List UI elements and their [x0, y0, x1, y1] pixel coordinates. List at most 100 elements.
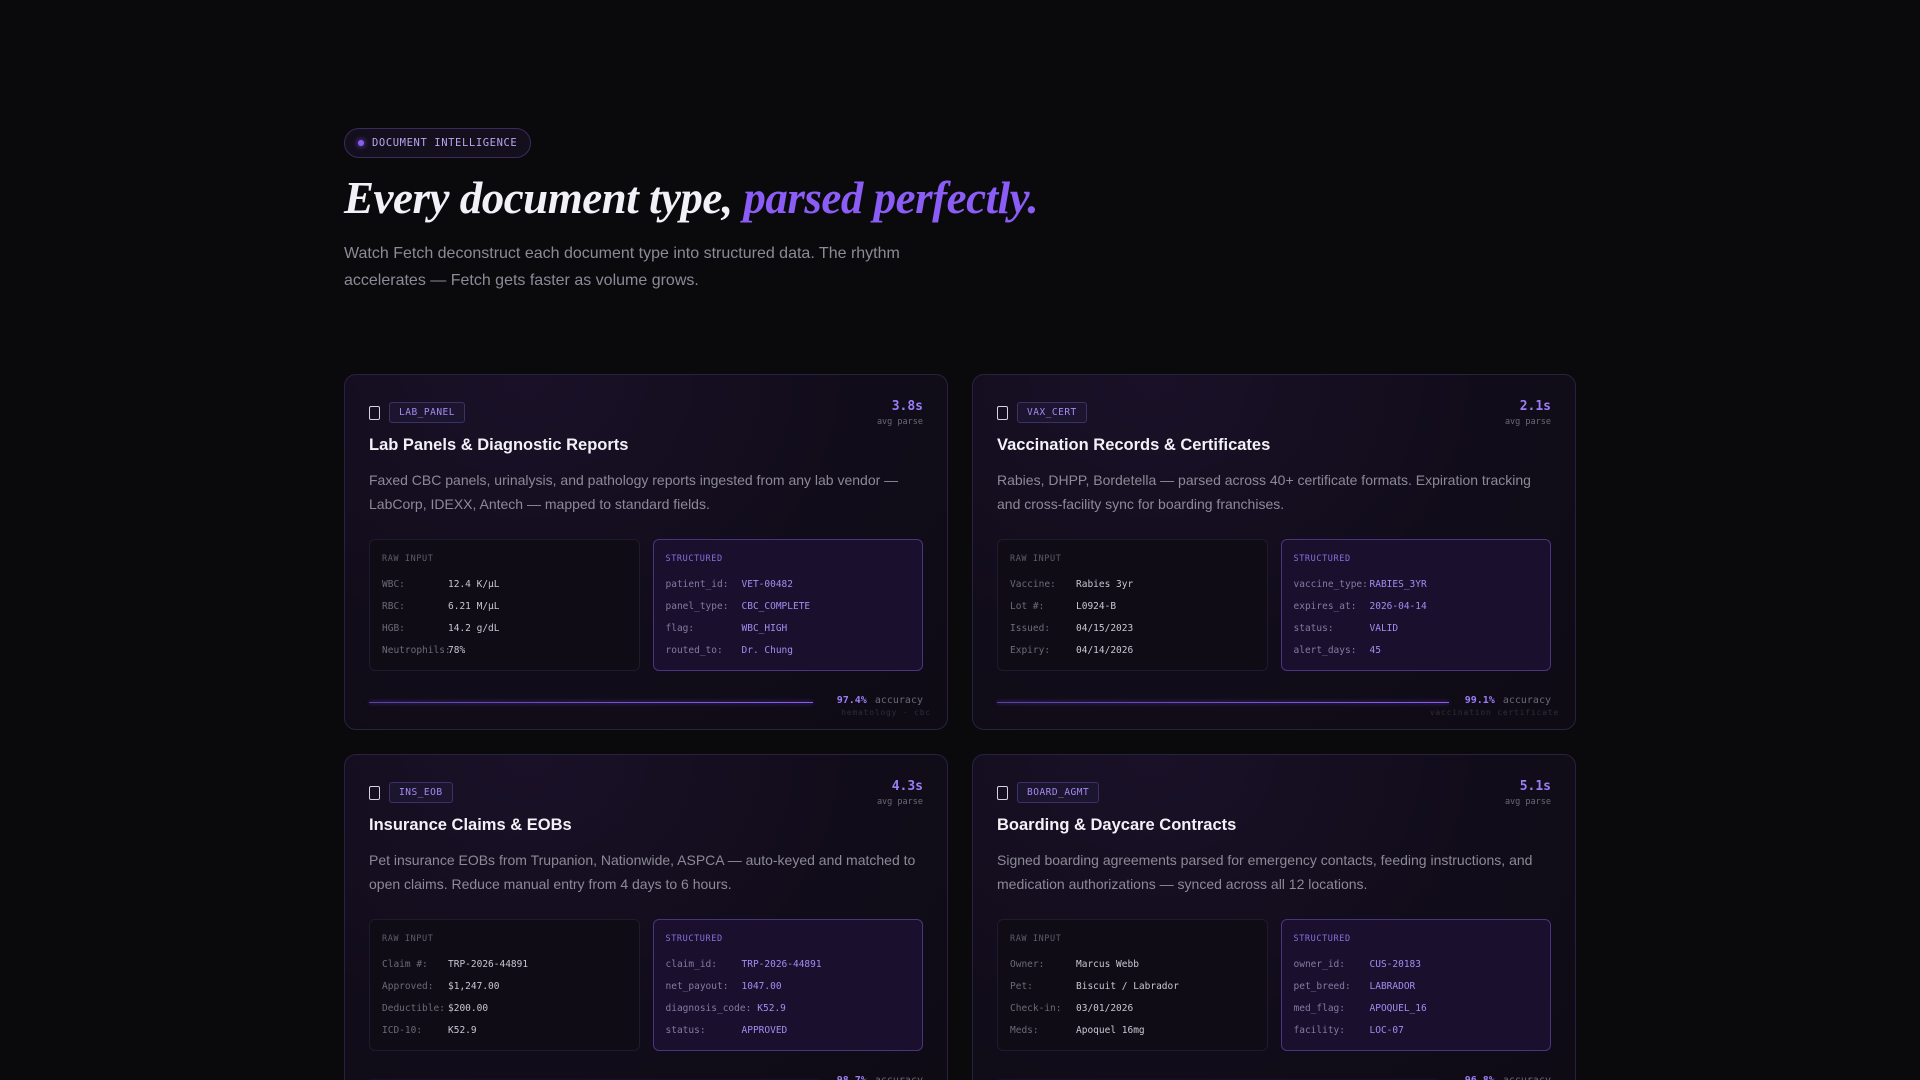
accuracy-footer: 99.1% accuracy vaccination certificate — [997, 691, 1558, 717]
accuracy-value: 99.1% — [1464, 695, 1495, 706]
doc-type-tag: VAX_CERT — [1017, 402, 1087, 423]
field-value: APPROVED — [741, 1024, 788, 1036]
document-card[interactable]: BOARD_AGMT 5.1s avg parse Boarding & Day… — [972, 754, 1576, 1080]
document-card[interactable]: INS_EOB 4.3s avg parse Insurance Claims … — [344, 754, 948, 1080]
page-subtitle: Watch Fetch deconstruct each document ty… — [344, 245, 900, 289]
raw-input-label: RAW INPUT — [382, 554, 434, 564]
field-key: pet_breed: — [1293, 980, 1351, 992]
field-key: flag: — [665, 622, 695, 634]
doc-type-tag: BOARD_AGMT — [1017, 782, 1100, 803]
parse-time-label: avg parse — [1504, 417, 1551, 427]
field-key: patient_id: — [665, 578, 729, 590]
badge-dot-icon — [358, 140, 364, 146]
field-value: VET-00482 — [741, 578, 793, 590]
page-title: Every document type, parsed perfectly. — [344, 172, 1039, 224]
field-key: Meds: — [1010, 1024, 1039, 1036]
field-key: diagnosis_code: — [665, 1002, 752, 1014]
field-key: Claim #: — [382, 958, 428, 970]
accuracy-bar — [997, 701, 1449, 703]
field-row: Lot #: L0924-B — [1010, 595, 1255, 617]
card-title: Boarding & Daycare Contracts — [997, 816, 1237, 834]
structured-label: STRUCTURED — [665, 554, 723, 564]
field-row: panel_type: CBC_COMPLETE — [666, 595, 911, 617]
document-icon — [369, 405, 380, 420]
field-value: 6.21 M/µL — [448, 600, 500, 612]
field-row: med_flag: APOQUEL_16 — [1294, 997, 1539, 1019]
raw-input-label: RAW INPUT — [382, 934, 434, 944]
field-key: Approved: — [382, 980, 434, 992]
field-value: $1,247.00 — [448, 980, 500, 992]
field-key: Issued: — [1010, 622, 1051, 634]
accuracy-value: 96.8% — [1465, 1075, 1495, 1080]
parse-time-metric: 3.8s avg parse — [877, 399, 923, 427]
field-key: expires_at: — [1293, 600, 1357, 612]
field-row: claim_id: TRP-2026-44891 — [666, 953, 911, 975]
field-key: Owner: — [1010, 958, 1045, 970]
headline-accent: parsed perfectly. — [743, 173, 1039, 223]
field-row: Pet: Biscuit / Labrador — [1010, 975, 1255, 997]
structured-label: STRUCTURED — [665, 934, 723, 944]
parse-time-value: 5.1s — [1519, 779, 1551, 794]
field-value: 45 — [1369, 644, 1381, 656]
field-row: routed_to: Dr. Chung — [666, 639, 911, 661]
field-row: Approved: $1,247.00 — [382, 975, 627, 997]
field-key: Vaccine: — [1010, 578, 1056, 590]
field-row: Meds: Apoquel 16mg — [1010, 1019, 1255, 1041]
field-row: status: APPROVED — [666, 1019, 911, 1041]
raw-input-label: RAW INPUT — [1010, 554, 1062, 564]
structured-panel: STRUCTURED claim_id: TRP-2026-44891 net_pa… — [652, 919, 923, 1051]
parse-time-metric: 4.3s avg parse — [877, 779, 923, 807]
field-key: alert_days: — [1293, 644, 1357, 656]
accuracy-value: 98.7% — [837, 1075, 867, 1080]
field-value: 1047.00 — [741, 980, 782, 992]
document-card[interactable]: LAB_PANEL 3.8s avg parse Lab Panels & Di… — [344, 374, 948, 730]
field-key: ICD-10: — [382, 1024, 423, 1036]
parse-time-label: avg parse — [1504, 797, 1551, 807]
accuracy-label: accuracy — [875, 1075, 923, 1080]
parse-time-value: 3.8s — [891, 399, 923, 414]
field-value: Marcus Webb — [1076, 958, 1139, 970]
field-key: panel_type: — [665, 600, 729, 612]
field-value: 14.2 g/dL — [448, 622, 500, 634]
document-icon — [997, 785, 1008, 800]
parse-time-metric: 5.1s avg parse — [1505, 779, 1551, 807]
field-value: 03/01/2026 — [1076, 1002, 1134, 1014]
raw-input-panel: RAW INPUT WBC: 12.4 K/µL RBC: 6.21 M/µL HGB:… — [369, 539, 640, 671]
structured-label: STRUCTURED — [1293, 554, 1351, 564]
field-row: facility: LOC-07 — [1294, 1019, 1539, 1041]
field-row: alert_days: 45 — [1294, 639, 1539, 661]
accuracy-value: 97.4% — [836, 695, 867, 706]
structured-panel: STRUCTURED patient_id: VET-00482 panel_typ… — [652, 539, 923, 671]
field-key: claim_id: — [665, 958, 717, 970]
document-card[interactable]: VAX_CERT 2.1s avg parse Vaccination Reco… — [972, 374, 1576, 730]
field-row: Expiry: 04/14/2026 — [1010, 639, 1255, 661]
parse-time-metric: 2.1s avg parse — [1505, 399, 1551, 427]
structured-label: STRUCTURED — [1293, 934, 1351, 944]
field-key: WBC: — [382, 578, 405, 590]
card-description: Signed boarding agreements parsed for em… — [997, 852, 1533, 892]
doc-type-tag: INS_EOB — [389, 782, 453, 803]
field-value: LABRADOR — [1369, 980, 1416, 992]
accuracy-footer: 96.8% accuracy — [997, 1071, 1551, 1080]
field-key: owner_id: — [1293, 958, 1345, 970]
field-value: K52.9 — [448, 1024, 477, 1036]
parse-time-value: 2.1s — [1519, 399, 1551, 414]
accuracy-footer: 98.7% accuracy — [369, 1071, 923, 1080]
raw-input-panel: RAW INPUT Claim #: TRP-2026-44891 Approved… — [369, 919, 640, 1051]
headline-main: Every document type, — [344, 173, 744, 223]
accuracy-label: accuracy — [1502, 695, 1551, 706]
field-value: L0924-B — [1076, 600, 1117, 612]
field-row: Neutrophils: 78% — [382, 639, 627, 661]
field-key: med_flag: — [1293, 1002, 1345, 1014]
field-row: Issued: 04/15/2023 — [1010, 617, 1255, 639]
field-key: status: — [1293, 622, 1334, 634]
field-row: flag: WBC_HIGH — [666, 617, 911, 639]
field-row: expires_at: 2026-04-14 — [1294, 595, 1539, 617]
raw-input-label: RAW INPUT — [1010, 934, 1062, 944]
parse-time-label: avg parse — [876, 797, 923, 807]
field-row: Deductible: $200.00 — [382, 997, 627, 1019]
field-value: CBC_COMPLETE — [741, 600, 811, 612]
field-key: HGB: — [382, 622, 405, 634]
field-value: 78% — [448, 644, 466, 656]
field-value: LOC-07 — [1369, 1024, 1404, 1036]
